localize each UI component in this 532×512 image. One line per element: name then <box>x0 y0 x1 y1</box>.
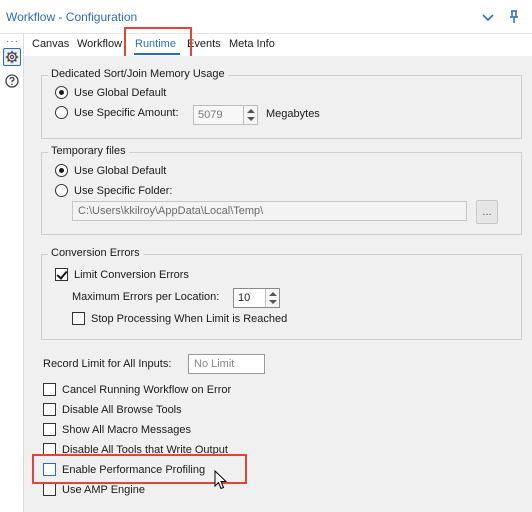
more-options-icon[interactable]: ··· <box>6 36 19 47</box>
conversion-errors-group: Conversion Errors Limit Conversion Error… <box>41 247 522 340</box>
memory-amount-spin-buttons[interactable] <box>243 106 257 124</box>
tab-canvas[interactable]: Canvas <box>32 38 69 50</box>
enable-performance-profiling-label: Enable Performance Profiling <box>62 463 206 476</box>
max-errors-label: Maximum Errors per Location: <box>72 291 220 303</box>
option-show-macro-messages[interactable]: Show All Macro Messages <box>43 423 191 436</box>
sort-join-global-label: Use Global Default <box>74 86 167 99</box>
show-macro-messages-label: Show All Macro Messages <box>62 423 191 436</box>
gear-icon <box>5 50 19 64</box>
chevron-down-icon[interactable] <box>480 9 496 25</box>
option-cancel-on-error[interactable]: Cancel Running Workflow on Error <box>43 383 231 396</box>
browse-folder-button[interactable]: ... <box>476 200 498 224</box>
memory-amount-stepper[interactable]: 5079 <box>193 105 258 125</box>
tab-workflow[interactable]: Workflow <box>77 38 122 50</box>
max-errors-stepper[interactable]: 10 <box>233 288 280 308</box>
option-disable-write-output[interactable]: Disable All Tools that Write Output <box>43 443 228 456</box>
configuration-gear-button[interactable] <box>3 48 21 66</box>
sort-join-memory-legend: Dedicated Sort/Join Memory Usage <box>48 68 228 80</box>
max-errors-value: 10 <box>238 292 251 304</box>
tab-meta-info[interactable]: Meta Info <box>229 38 275 50</box>
disable-browse-tools-label: Disable All Browse Tools <box>62 403 182 416</box>
limit-conversion-errors-label: Limit Conversion Errors <box>74 268 189 281</box>
help-icon <box>5 74 19 88</box>
temp-folder-radio[interactable] <box>55 184 68 197</box>
cancel-on-error-checkbox[interactable] <box>43 383 56 396</box>
limit-conversion-errors-option[interactable]: Limit Conversion Errors <box>55 268 189 281</box>
sort-join-global-option[interactable]: Use Global Default <box>55 86 166 99</box>
disable-write-output-checkbox[interactable] <box>43 443 56 456</box>
sort-join-specific-option[interactable]: Use Specific Amount: <box>55 106 179 119</box>
limit-conversion-errors-checkbox[interactable] <box>55 268 68 281</box>
memory-unit-label: Megabytes <box>266 108 320 120</box>
show-macro-messages-checkbox[interactable] <box>43 423 56 436</box>
conversion-errors-legend: Conversion Errors <box>48 247 143 259</box>
temp-folder-label: Use Specific Folder: <box>74 184 173 197</box>
mouse-cursor-icon <box>214 470 228 490</box>
runtime-settings-panel: Dedicated Sort/Join Memory Usage Use Glo… <box>24 56 532 512</box>
spin-up-icon[interactable] <box>247 109 255 113</box>
temp-global-label: Use Global Default <box>74 164 167 177</box>
spin-down-icon[interactable] <box>247 117 255 121</box>
tab-runtime[interactable]: Runtime <box>135 38 176 50</box>
temp-folder-path-input[interactable]: C:\Users\kkilroy\AppData\Local\Temp\ <box>72 201 467 221</box>
tab-events[interactable]: Events <box>187 38 221 50</box>
disable-browse-tools-checkbox[interactable] <box>43 403 56 416</box>
temp-global-option[interactable]: Use Global Default <box>55 164 166 177</box>
stop-processing-option[interactable]: Stop Processing When Limit is Reached <box>72 312 287 325</box>
temporary-files-legend: Temporary files <box>48 145 129 157</box>
stop-processing-label: Stop Processing When Limit is Reached <box>91 312 288 325</box>
sort-join-specific-radio[interactable] <box>55 106 68 119</box>
sort-join-global-radio[interactable] <box>55 86 68 99</box>
enable-performance-profiling-checkbox[interactable] <box>43 463 56 476</box>
title-bar: Workflow - Configuration <box>0 0 532 34</box>
left-toolbar: ··· <box>0 34 24 512</box>
stop-processing-checkbox[interactable] <box>72 312 85 325</box>
option-enable-performance-profiling[interactable]: Enable Performance Profiling <box>43 463 205 476</box>
option-use-amp-engine[interactable]: Use AMP Engine <box>43 483 145 496</box>
use-amp-engine-label: Use AMP Engine <box>62 483 145 496</box>
help-button[interactable] <box>3 72 21 90</box>
record-limit-label: Record Limit for All Inputs: <box>43 358 172 370</box>
sort-join-memory-group: Dedicated Sort/Join Memory Usage Use Glo… <box>41 68 522 139</box>
sort-join-specific-label: Use Specific Amount: <box>74 106 179 119</box>
record-limit-input[interactable]: No Limit <box>188 354 265 374</box>
spin-down-icon[interactable] <box>269 300 277 304</box>
option-disable-browse-tools[interactable]: Disable All Browse Tools <box>43 403 182 416</box>
cancel-on-error-label: Cancel Running Workflow on Error <box>62 383 232 396</box>
tab-bar: Canvas Workflow Runtime Events Meta Info <box>24 34 532 56</box>
spin-up-icon[interactable] <box>269 292 277 296</box>
temp-folder-option[interactable]: Use Specific Folder: <box>55 184 172 197</box>
memory-amount-value: 5079 <box>198 109 223 121</box>
temp-global-radio[interactable] <box>55 164 68 177</box>
pin-icon[interactable] <box>506 9 522 25</box>
active-tab-indicator <box>134 53 180 55</box>
temporary-files-group: Temporary files Use Global Default Use S… <box>41 145 522 235</box>
max-errors-spin-buttons[interactable] <box>265 289 279 307</box>
disable-write-output-label: Disable All Tools that Write Output <box>62 443 228 456</box>
use-amp-engine-checkbox[interactable] <box>43 483 56 496</box>
window-title: Workflow - Configuration <box>6 10 138 24</box>
